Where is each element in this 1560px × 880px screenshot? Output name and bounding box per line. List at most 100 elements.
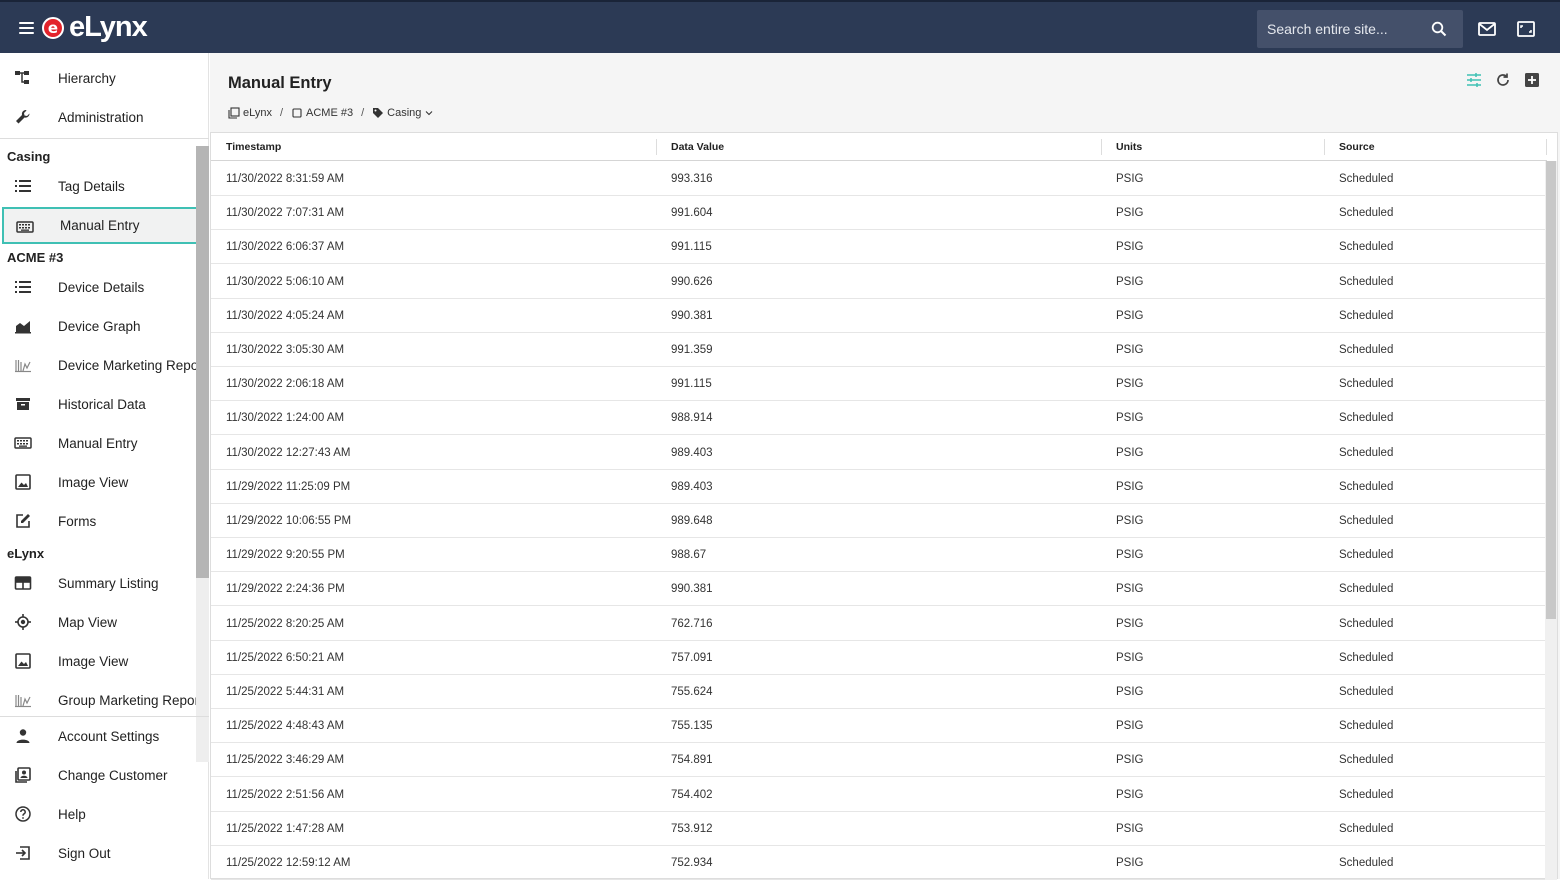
cell-units: PSIG <box>1116 754 1144 767</box>
cell-data-value: 991.115 <box>671 378 712 391</box>
table-row[interactable]: 11/29/2022 9:20:55 PM 988.67 PSIG Scheduled <box>211 538 1547 573</box>
sidebar-item-historical-data[interactable]: Historical Data <box>0 386 196 422</box>
filter-settings-icon[interactable] <box>1465 71 1483 89</box>
divider <box>0 138 209 139</box>
keyboard-icon <box>14 437 32 449</box>
tag-icon <box>373 108 384 118</box>
section-heading-casing: Casing <box>7 149 51 164</box>
sidebar-item-manual-entry-active[interactable]: Manual Entry <box>2 207 209 244</box>
breadcrumb-item-acme[interactable]: ACME #3 <box>291 107 353 119</box>
table-row[interactable]: 11/25/2022 4:48:43 AM 755.135 PSIG Schedule… <box>211 709 1547 744</box>
sidebar-item-forms[interactable]: Forms <box>0 503 196 539</box>
sidebar-item-summary-listing[interactable]: Summary Listing <box>0 565 196 601</box>
cell-source: Scheduled <box>1339 720 1394 733</box>
table-row[interactable]: 11/25/2022 8:20:25 AM 762.716 PSIG Schedule… <box>211 607 1547 641</box>
main-content: Manual Entry eLynx / ACME #3 / Casing Ti… <box>210 53 1560 880</box>
column-header-data-value[interactable]: Data Value <box>671 141 724 153</box>
menu-icon[interactable] <box>19 21 34 34</box>
table-row[interactable]: 11/30/2022 1:24:00 AM 988.914 PSIG Schedule… <box>211 401 1547 436</box>
sidebar-item-map-view[interactable]: Map View <box>0 604 196 640</box>
table-row[interactable]: 11/30/2022 4:05:24 AM 990.381 PSIG Schedule… <box>211 299 1547 333</box>
chevron-down-icon[interactable] <box>424 108 434 118</box>
table-row[interactable]: 11/30/2022 8:31:59 AM 993.316 PSIG Schedule… <box>211 162 1547 196</box>
add-icon[interactable] <box>1523 71 1541 89</box>
column-separator[interactable] <box>1324 139 1325 155</box>
table-row[interactable]: 11/25/2022 5:44:31 AM 755.624 PSIG Schedule… <box>211 675 1547 709</box>
table-row[interactable]: 11/30/2022 7:07:31 AM 991.604 PSIG Schedule… <box>211 196 1547 231</box>
table-row[interactable]: 11/29/2022 10:06:55 PM 989.648 PSIG Schedul… <box>211 504 1547 538</box>
sidebar-item-image-view-elynx[interactable]: Image View <box>0 643 196 679</box>
person-icon <box>16 729 30 743</box>
cell-timestamp: 11/25/2022 12:59:12 AM <box>226 857 351 869</box>
sidebar-item-change-customer[interactable]: Change Customer <box>0 757 196 793</box>
table-row[interactable]: 11/30/2022 2:06:18 AM 991.115 PSIG Schedule… <box>211 367 1547 402</box>
sidebar-item-administration[interactable]: Administration <box>0 99 196 135</box>
table-row[interactable]: 11/25/2022 1:47:28 AM 753.912 PSIG Schedule… <box>211 812 1547 846</box>
sidebar-item-label: Historical Data <box>58 396 146 412</box>
cell-timestamp: 11/30/2022 1:24:00 AM <box>226 412 345 425</box>
sidebar-item-image-view[interactable]: Image View <box>0 464 196 500</box>
cell-units: PSIG <box>1116 583 1144 596</box>
cell-source: Scheduled <box>1339 549 1394 562</box>
column-separator[interactable] <box>1546 139 1547 155</box>
table-row[interactable]: 11/25/2022 12:59:12 AM 752.934 PSIG Schedul… <box>211 846 1547 880</box>
table-row[interactable]: 11/25/2022 2:51:56 AM 754.402 PSIG Schedule… <box>211 778 1547 812</box>
sidebar-item-group-marketing-report[interactable]: Group Marketing Report <box>0 682 196 718</box>
sidebar-scrollbar-thumb[interactable] <box>196 146 209 578</box>
sidebar-item-device-graph[interactable]: Device Graph <box>0 308 196 344</box>
search-input[interactable] <box>1267 21 1427 37</box>
table-row[interactable]: 11/29/2022 2:24:36 PM 990.381 PSIG Schedule… <box>211 572 1547 607</box>
square-icon <box>292 108 302 118</box>
breadcrumb-item-casing[interactable]: Casing <box>372 107 437 119</box>
sidebar-item-label: Image View <box>58 474 129 490</box>
refresh-icon[interactable] <box>1494 71 1512 89</box>
sidebar-item-device-marketing-report[interactable]: Device Marketing Report <box>0 347 196 383</box>
divider <box>0 716 209 717</box>
sidebar-item-sign-out[interactable]: Sign Out <box>0 835 196 871</box>
sidebar-item-manual-entry[interactable]: Manual Entry <box>0 425 196 461</box>
sidebar-item-help[interactable]: Help <box>0 796 196 832</box>
list-icon <box>15 281 31 293</box>
breadcrumb-item-elynx[interactable]: eLynx <box>228 107 272 119</box>
table-row[interactable]: 11/29/2022 11:25:09 PM 989.403 PSIG Schedul… <box>211 470 1547 504</box>
cell-units: PSIG <box>1116 822 1144 835</box>
cell-units: PSIG <box>1116 549 1144 562</box>
cell-source: Scheduled <box>1339 241 1394 254</box>
cell-units: PSIG <box>1116 446 1144 459</box>
table-scrollbar[interactable] <box>1545 161 1557 880</box>
sidebar-item-label: Device Marketing Report <box>58 357 196 373</box>
cell-source: Scheduled <box>1339 446 1394 459</box>
table-row[interactable]: 11/30/2022 3:05:30 AM 991.359 PSIG Schedule… <box>211 333 1547 367</box>
logo[interactable]: e eLynx <box>42 13 148 42</box>
cell-timestamp: 11/30/2022 2:06:18 AM <box>226 378 345 391</box>
fullscreen-icon[interactable] <box>1516 19 1536 39</box>
table-row[interactable]: 11/25/2022 6:50:21 AM 757.091 PSIG Schedule… <box>211 641 1547 675</box>
table-scrollbar-thumb[interactable] <box>1546 161 1556 619</box>
sidebar-item-tag-details[interactable]: Tag Details <box>0 168 196 204</box>
column-separator[interactable] <box>1101 139 1102 155</box>
column-header-timestamp[interactable]: Timestamp <box>226 141 281 153</box>
table-row[interactable]: 11/30/2022 5:06:10 AM 990.626 PSIG Schedule… <box>211 265 1547 299</box>
table-row[interactable]: 11/30/2022 6:06:37 AM 991.115 PSIG Schedule… <box>211 230 1547 265</box>
sidebar-item-label: Manual Entry <box>58 435 138 451</box>
sidebar-item-account-settings[interactable]: Account Settings <box>0 718 196 754</box>
table-row[interactable]: 11/30/2022 12:27:43 AM 989.403 PSIG Schedul… <box>211 436 1547 470</box>
cell-timestamp: 11/25/2022 1:47:28 AM <box>226 822 345 835</box>
cell-timestamp: 11/25/2022 8:20:25 AM <box>226 617 345 630</box>
mail-icon[interactable] <box>1477 19 1497 39</box>
cell-timestamp: 11/30/2022 6:06:37 AM <box>226 241 345 254</box>
search-icon[interactable] <box>1431 21 1447 37</box>
column-header-source[interactable]: Source <box>1339 141 1375 153</box>
cell-data-value: 753.912 <box>671 822 713 835</box>
cell-units: PSIG <box>1116 686 1144 698</box>
table-header: Timestamp Data Value Units Source <box>211 133 1547 161</box>
column-separator[interactable] <box>656 139 657 155</box>
cell-data-value: 754.402 <box>671 788 713 801</box>
table-row[interactable]: 11/25/2022 3:46:29 AM 754.891 PSIG Schedule… <box>211 743 1547 778</box>
column-header-units[interactable]: Units <box>1116 141 1142 153</box>
sidebar-scrollbar[interactable] <box>196 146 209 762</box>
sidebar-item-hierarchy[interactable]: Hierarchy <box>0 60 196 96</box>
cell-source: Scheduled <box>1339 173 1394 185</box>
cell-timestamp: 11/25/2022 5:44:31 AM <box>226 686 345 698</box>
sidebar-item-device-details[interactable]: Device Details <box>0 269 196 305</box>
